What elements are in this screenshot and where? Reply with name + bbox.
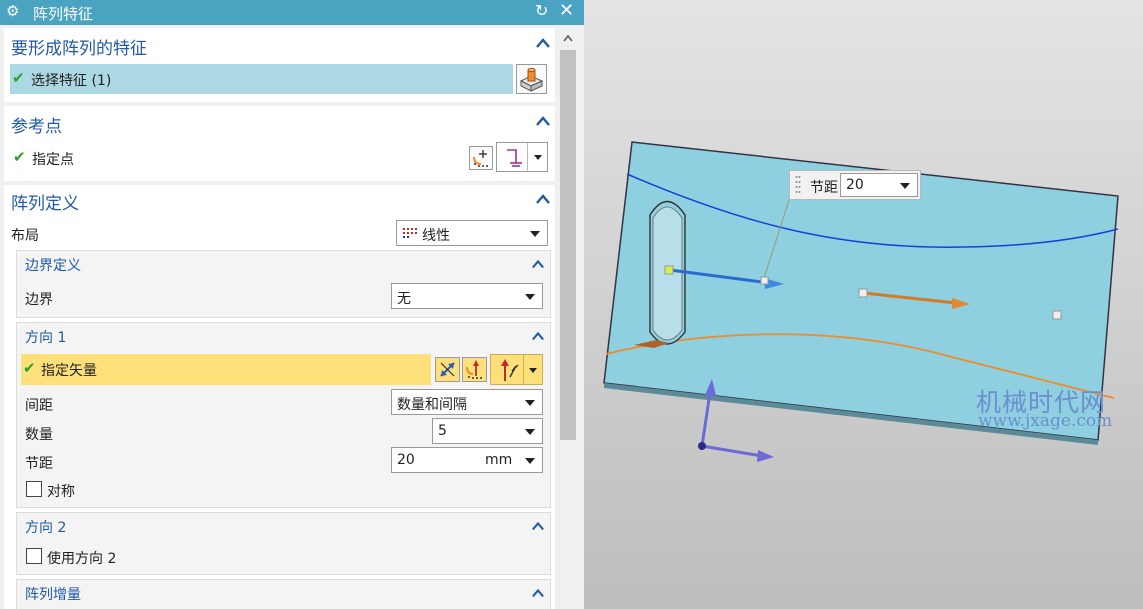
- count-input[interactable]: 5: [432, 418, 543, 444]
- collapse-caret-icon[interactable]: [536, 38, 550, 48]
- layout-select[interactable]: 线性: [396, 220, 548, 246]
- chevron-down-icon: [525, 400, 535, 406]
- boundary-subsection: 边界定义 边界 无: [16, 250, 551, 318]
- specify-vector-row[interactable]: ✔ 指定矢量: [21, 354, 431, 385]
- pitch-onscreen-input[interactable]: 节距 20: [789, 170, 921, 200]
- triad-origin: [698, 442, 706, 450]
- feature-section-title: 要形成阵列的特征: [11, 39, 147, 59]
- point-dialog-icon: [473, 150, 488, 167]
- direction1-title: 方向 1: [25, 330, 67, 346]
- check-icon: ✔: [13, 148, 26, 166]
- select-feature-row[interactable]: ✔ 选择特征 (1): [10, 64, 513, 94]
- reset-icon[interactable]: ↻: [535, 1, 548, 20]
- array-increment-title: 阵列增量: [25, 587, 81, 603]
- chevron-down-icon: [525, 429, 535, 435]
- boundary-label: 边界: [25, 292, 53, 308]
- array-definition-title: 阵列定义: [11, 194, 79, 214]
- scroll-up-icon[interactable]: [563, 34, 573, 42]
- boundary-definition-title: 边界定义: [25, 258, 81, 274]
- spacing-label: 间距: [25, 398, 53, 414]
- dialog-scrollbar[interactable]: [559, 28, 577, 609]
- chevron-down-icon: [529, 368, 537, 373]
- specify-point-label: 指定点: [32, 152, 74, 168]
- symmetric-label: 对称: [47, 484, 75, 500]
- vector-dialog-button[interactable]: [462, 357, 487, 382]
- close-icon[interactable]: ✕: [559, 0, 574, 21]
- drag-handle-icon[interactable]: [795, 174, 801, 198]
- dialog-titlebar: ⚙ 阵列特征 ↻ ✕: [0, 0, 584, 25]
- pitch-input[interactable]: 20 mm: [391, 447, 543, 473]
- point-type-icon: [507, 149, 522, 167]
- symmetric-checkbox[interactable]: [26, 481, 42, 497]
- direction2-title: 方向 2: [25, 520, 67, 536]
- check-icon: ✔: [23, 359, 36, 377]
- spacing-value: 数量和间隔: [397, 397, 467, 413]
- chevron-down-icon: [525, 294, 535, 300]
- direction2-subsection: 方向 2 使用方向 2: [16, 512, 551, 575]
- count-value: 5: [438, 423, 447, 439]
- feature-solid-button[interactable]: [516, 64, 547, 94]
- pattern-feature-dialog: ⚙ 阵列特征 ↻ ✕ 要形成阵列的特征 ✔ 选择特征 (1) 参考点 ✔ 指定点: [0, 0, 584, 609]
- feature-section: 要形成阵列的特征 ✔ 选择特征 (1): [4, 28, 555, 102]
- reverse-direction-button[interactable]: [435, 357, 460, 382]
- collapse-caret-icon[interactable]: [532, 331, 544, 341]
- use-direction2-checkbox[interactable]: [26, 548, 42, 564]
- linear-layout-icon: [403, 228, 417, 238]
- pitch-value: 20: [397, 452, 415, 468]
- collapse-caret-icon[interactable]: [532, 259, 544, 269]
- chevron-down-icon: [900, 183, 910, 189]
- use-direction2-label: 使用方向 2: [47, 551, 117, 567]
- reverse-direction-icon: [440, 362, 455, 377]
- spacing-select[interactable]: 数量和间隔: [391, 389, 543, 415]
- reference-point-section: 参考点 ✔ 指定点: [4, 106, 555, 181]
- scrollbar-thumb[interactable]: [560, 50, 576, 440]
- boundary-value: 无: [397, 291, 411, 307]
- array-definition-section: 阵列定义 布局 线性 边界定义 边界 无 方向 1 ✔ 指定矢量 间距 数量和间…: [4, 185, 555, 609]
- dialog-title: 阵列特征: [33, 5, 94, 23]
- chevron-down-icon: [534, 155, 542, 160]
- increment-subsection: 阵列增量: [16, 579, 551, 609]
- pitch-label: 节距: [25, 456, 53, 472]
- direction1-subsection: 方向 1 ✔ 指定矢量 间距 数量和间隔 数量 5 节距 20 mm 对称: [16, 322, 551, 508]
- layout-label: 布局: [11, 228, 39, 244]
- pitch-onscreen-value: 20: [846, 177, 864, 193]
- watermark-url: www.jxage.com: [978, 411, 1113, 431]
- chevron-down-icon: [530, 231, 540, 237]
- collapse-caret-icon[interactable]: [536, 116, 550, 126]
- reference-point-marker: [664, 265, 674, 275]
- graphics-viewport[interactable]: 节距 20 机械时代网 www.jxage.com: [584, 0, 1143, 609]
- vector-type-dropdown[interactable]: [490, 354, 543, 385]
- pitch-unit: mm: [485, 452, 513, 468]
- inferred-vector-icon: [501, 359, 519, 381]
- layout-value: 线性: [422, 228, 450, 244]
- check-icon: ✔: [12, 69, 25, 87]
- collapse-caret-icon[interactable]: [532, 588, 544, 598]
- pitch-onscreen-select[interactable]: 20: [840, 173, 918, 197]
- feature-solid-icon: [519, 67, 544, 92]
- triad-x-axis: [701, 444, 763, 458]
- boundary-select[interactable]: 无: [391, 283, 543, 309]
- collapse-caret-icon[interactable]: [536, 194, 550, 204]
- select-feature-label: 选择特征 (1): [31, 73, 112, 89]
- point-dialog-button[interactable]: [469, 146, 493, 170]
- chevron-down-icon: [525, 458, 535, 464]
- collapse-caret-icon[interactable]: [532, 521, 544, 531]
- vector-dialog-icon: [466, 360, 482, 379]
- reference-point-title: 参考点: [11, 117, 62, 137]
- pitch-onscreen-label: 节距: [810, 180, 838, 196]
- gear-icon[interactable]: ⚙: [6, 2, 19, 20]
- model-canvas: [603, 141, 1119, 462]
- specify-vector-label: 指定矢量: [41, 363, 97, 379]
- count-label: 数量: [25, 427, 53, 443]
- point-type-dropdown[interactable]: [496, 142, 548, 172]
